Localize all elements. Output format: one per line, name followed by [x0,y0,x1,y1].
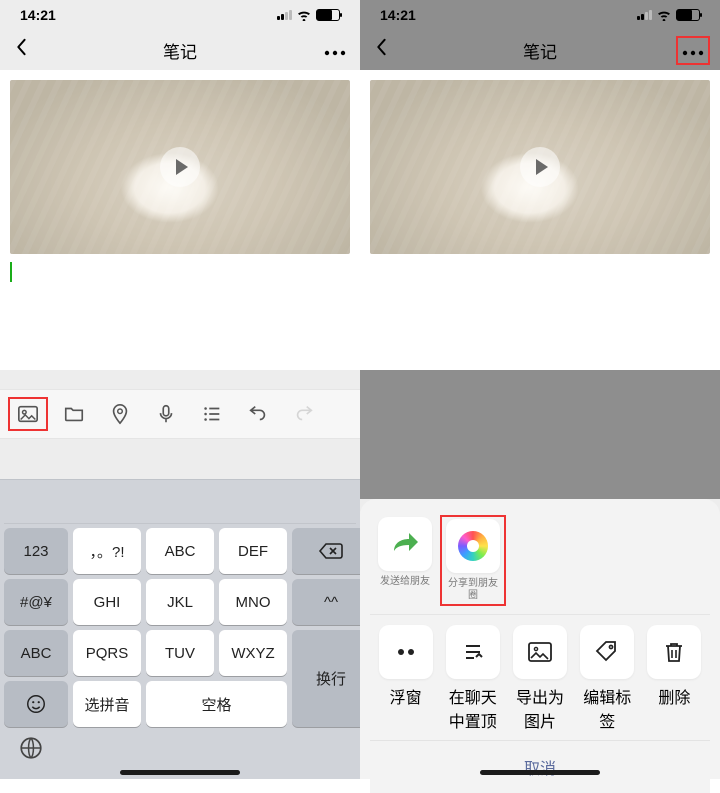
key-caret[interactable]: ^^ [292,579,370,625]
video-thumbnail [370,80,710,254]
trash-icon [647,625,701,679]
export-image-icon [513,625,567,679]
wifi-icon [656,9,672,21]
key-jkl[interactable]: JKL [146,579,214,625]
mic-button[interactable] [146,397,186,431]
status-icons [637,9,700,21]
share-moments-highlight: 分享到朋友圈 [440,515,506,606]
key-ghi[interactable]: GHI [73,579,141,625]
undo-button[interactable] [238,397,278,431]
video-thumbnail[interactable] [10,80,350,254]
key-def[interactable]: DEF [219,528,287,574]
share-sheet: 发送给朋友 分享到朋友圈 浮窗 [360,499,720,779]
share-to-moments[interactable]: 分享到朋友圈 [444,519,502,602]
action-row: 浮窗 在聊天中置顶 导出为图片 [370,614,710,740]
left-screenshot: 14:21 笔记 [0,0,360,779]
key-punct[interactable]: ，。?! [73,528,141,574]
action-pin[interactable]: 在聊天中置顶 [443,625,502,732]
globe-button[interactable] [18,735,44,761]
note-content[interactable] [0,70,360,370]
share-send-to-friend[interactable]: 发送给朋友 [376,517,434,604]
nav-bar: 笔记 [360,30,720,70]
redo-button[interactable] [284,397,324,431]
share-send-label: 发送给朋友 [376,576,434,588]
keyboard-suggestion-bar[interactable] [4,486,356,524]
action-delete[interactable]: 删除 [645,625,704,732]
float-label: 浮窗 [376,684,435,708]
key-123[interactable]: 123 [4,528,68,574]
battery-icon [676,9,700,21]
keyboard[interactable]: 123 ，。?! ABC DEF #@¥ GHI JKL MNO ^^ ABC … [0,479,360,779]
key-space[interactable]: 空格 [146,681,287,727]
status-bar: 14:21 [360,0,720,30]
key-select-pinyin[interactable]: 选拼音 [73,681,141,727]
battery-icon [316,9,340,21]
key-backspace[interactable] [292,528,370,574]
key-pqrs[interactable]: PQRS [73,630,141,676]
signal-icon [637,10,652,20]
home-indicator[interactable] [120,770,240,775]
page-title: 笔记 [360,38,720,63]
key-return[interactable]: 换行 [292,630,370,727]
action-tag[interactable]: 编辑标签 [578,625,637,732]
nav-bar: 笔记 [0,30,360,70]
delete-label: 删除 [645,684,704,708]
share-row: 发送给朋友 分享到朋友圈 [370,513,710,614]
pin-icon [446,625,500,679]
share-moments-label: 分享到朋友圈 [444,578,502,602]
note-content [360,70,720,370]
text-cursor [10,262,12,282]
right-screenshot: 14:21 笔记 [360,0,720,779]
pin-label: 在聊天中置顶 [443,684,502,732]
float-icon [379,625,433,679]
editor-toolbar [0,389,360,439]
action-export[interactable]: 导出为图片 [510,625,569,732]
key-sym[interactable]: #@¥ [4,579,68,625]
signal-icon [277,10,292,20]
status-time: 14:21 [20,7,56,23]
action-float[interactable]: 浮窗 [376,625,435,732]
share-forward-icon [378,517,432,571]
location-button[interactable] [100,397,140,431]
folder-button[interactable] [54,397,94,431]
list-button[interactable] [192,397,232,431]
tag-icon [580,625,634,679]
status-time: 14:21 [380,7,416,23]
page-title: 笔记 [0,38,360,63]
key-emoji[interactable] [4,681,68,727]
export-label: 导出为图片 [510,684,569,732]
key-mno[interactable]: MNO [219,579,287,625]
key-abc1[interactable]: ABC [146,528,214,574]
key-wxyz[interactable]: WXYZ [219,630,287,676]
cancel-button[interactable]: 取消 [370,740,710,793]
home-indicator[interactable] [480,770,600,775]
moments-icon [446,519,500,573]
status-icons [277,9,340,21]
status-bar: 14:21 [0,0,360,30]
insert-photo-button[interactable] [8,397,48,431]
play-icon[interactable] [160,147,200,187]
tag-label: 编辑标签 [578,684,637,732]
key-tuv[interactable]: TUV [146,630,214,676]
wifi-icon [296,9,312,21]
key-abc-switch[interactable]: ABC [4,630,68,676]
play-icon [520,147,560,187]
